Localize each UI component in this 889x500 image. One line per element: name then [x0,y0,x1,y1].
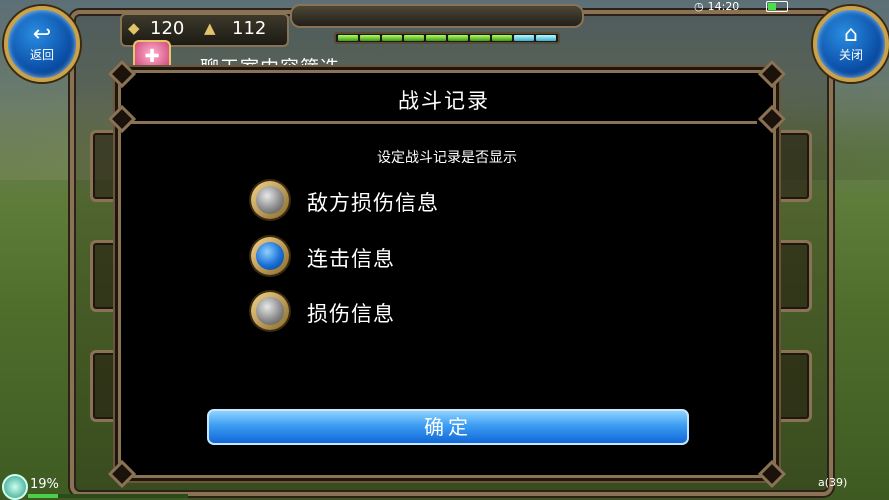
rank-icon: ▲ [204,19,216,37]
loading-percent: 19% [30,477,59,492]
experience-segment [426,35,446,41]
home-icon: ⌂ [844,22,858,47]
back-button[interactable]: ↩ 返回 [4,6,80,82]
experience-segment [514,35,534,41]
close-button-label: 关闭 [838,48,863,62]
radio-button[interactable] [251,292,289,330]
loading-orb-icon [2,474,28,500]
back-arrow-icon: ↩ [32,22,52,47]
option-label: 连击信息 [307,247,395,271]
dialog-header: 战斗记录 [131,77,757,124]
clock-time: 14:20 [707,0,740,13]
experience-segment [404,35,424,41]
option-label: 敌方损伤信息 [307,191,439,215]
close-button[interactable]: ⌂ 关闭 [813,6,889,82]
gift-icon[interactable]: ✚ [133,40,171,74]
confirm-button[interactable]: 确定 [207,409,689,445]
experience-segment [338,35,358,41]
experience-segment [448,35,468,41]
gem-icon: ◆ [128,19,140,37]
experience-segment [492,35,512,41]
option-combo-info[interactable]: 连击信息 [251,237,571,279]
option-enemy-damage-info[interactable]: 敌方损伤信息 [251,181,571,223]
radio-button-selected[interactable] [251,237,289,275]
radio-button[interactable] [251,181,289,219]
experience-segment [470,35,490,41]
status-right-text: a(39) [818,476,848,489]
option-damage-info[interactable]: 损伤信息 [251,292,571,334]
gems-value: 120 [150,18,185,39]
loading-bar [28,494,188,498]
system-clock: ◷ 14:20 [694,0,739,13]
experience-segment [382,35,402,41]
option-label: 损伤信息 [307,302,395,326]
rank-value: 112 [232,18,267,39]
dialog-subtitle: 设定战斗记录是否显示 [377,150,517,166]
experience-bar [334,32,560,44]
dialog-title: 战斗记录 [398,89,490,113]
experience-segment [360,35,380,41]
clock-icon: ◷ [694,0,704,13]
battle-log-dialog: 战斗记录 设定战斗记录是否显示 敌方损伤信息 连击信息 损伤信息 确定 [107,59,787,489]
experience-segment [536,35,556,41]
battery-icon [766,1,788,12]
top-status-strip [290,4,584,28]
loading-bar-fill [28,494,59,498]
back-button-label: 返回 [29,48,54,62]
